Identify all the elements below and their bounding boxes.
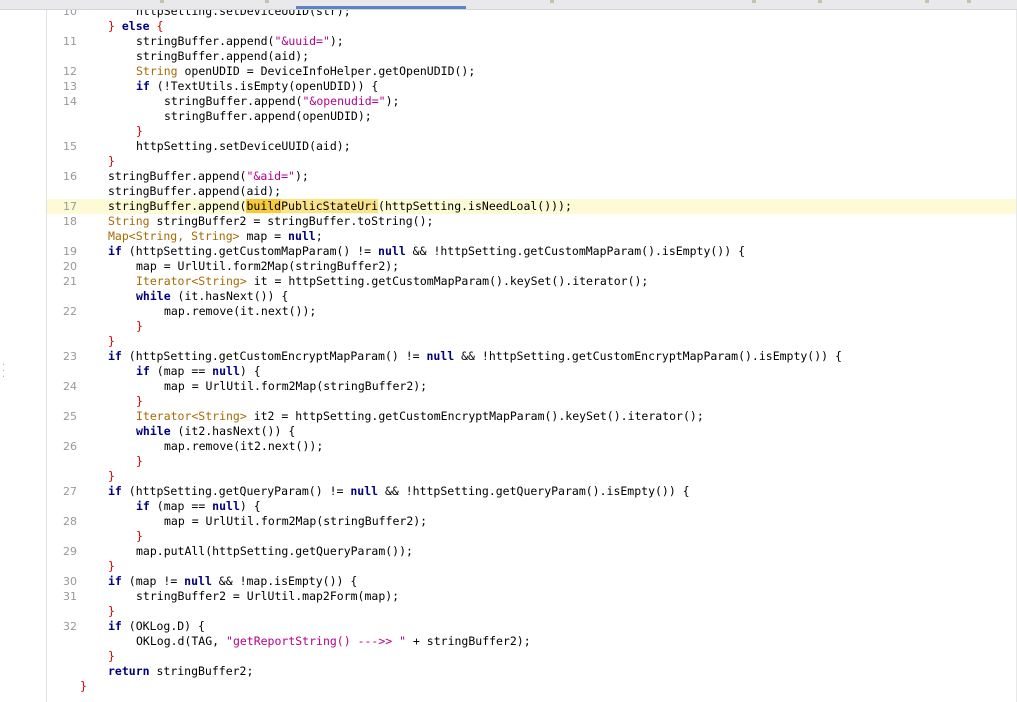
code-line[interactable]: if (map == null) {: [136, 364, 261, 379]
code-line[interactable]: OKLog.d(TAG, "getReportString() --->> " …: [136, 634, 531, 649]
code-line-current[interactable]: stringBuffer.append(buildPublicStateUri(…: [108, 199, 572, 214]
code-line[interactable]: map.remove(it2.next());: [164, 439, 323, 454]
code-line[interactable]: String openUDID = DeviceInfoHelper.getOp…: [136, 64, 475, 79]
search-match-highlight: PublicStateUri: [281, 199, 379, 213]
tab-marker-dot: [550, 0, 554, 3]
line-number: 22: [63, 305, 77, 318]
line-number: 32: [63, 620, 77, 633]
code-line[interactable]: String stringBuffer2 = stringBuffer.toSt…: [108, 214, 433, 229]
line-number: 12: [63, 65, 77, 78]
line-number: 20: [63, 260, 77, 273]
code-line[interactable]: map = UrlUtil.form2Map(stringBuffer2);: [136, 259, 399, 274]
code-line[interactable]: }: [108, 334, 115, 349]
line-number: 17: [63, 200, 77, 213]
editor-tab-bar: [0, 0, 1017, 10]
code-line[interactable]: map.remove(it.next());: [164, 304, 316, 319]
code-line[interactable]: stringBuffer.append("&openudid=");: [164, 94, 399, 109]
line-number: 11: [63, 35, 77, 48]
line-number: 14: [63, 95, 77, 108]
code-line[interactable]: httpSetting.setDeviceUUID(str);: [136, 10, 351, 19]
drag-handle-icon[interactable]: · · ·: [1, 361, 6, 386]
search-match-highlight: build: [246, 199, 282, 213]
line-number: 31: [63, 590, 77, 603]
tab-marker-dot: [925, 0, 929, 3]
tab-marker-dot: [967, 0, 971, 3]
code-line[interactable]: }: [108, 604, 115, 619]
line-number: 30: [63, 575, 77, 588]
line-number-gutter[interactable]: · · ·: [0, 10, 47, 702]
code-line[interactable]: while (it.hasNext()) {: [136, 289, 288, 304]
code-line[interactable]: while (it2.hasNext()) {: [136, 424, 295, 439]
code-line[interactable]: stringBuffer.append(aid);: [136, 49, 309, 64]
line-number: 18: [63, 215, 77, 228]
line-number: 23: [63, 350, 77, 363]
code-line[interactable]: map.putAll(httpSetting.getQueryParam());: [136, 544, 413, 559]
code-line[interactable]: }: [136, 454, 143, 469]
active-tab-indicator[interactable]: [296, 6, 466, 9]
code-editor[interactable]: 10 11 12 13 14 15 16 17 18 19 20 21 22 2…: [47, 10, 1017, 702]
code-line[interactable]: if (map == null) {: [136, 499, 261, 514]
code-line[interactable]: if (httpSetting.getCustomMapParam() != n…: [108, 244, 745, 259]
code-line[interactable]: }: [136, 319, 143, 334]
code-line[interactable]: stringBuffer2 = UrlUtil.map2Form(map);: [136, 589, 399, 604]
line-number: 21: [63, 275, 77, 288]
line-number: 29: [63, 545, 77, 558]
code-line[interactable]: if (httpSetting.getCustomEncryptMapParam…: [108, 349, 842, 364]
code-line[interactable]: }: [136, 124, 143, 139]
line-number: 26: [63, 440, 77, 453]
line-number: 15: [63, 140, 77, 153]
line-number: 10: [63, 10, 77, 18]
tab-marker-dot: [818, 0, 822, 3]
line-number: 28: [63, 515, 77, 528]
code-line[interactable]: if (map != null && !map.isEmpty()) {: [108, 574, 357, 589]
code-line[interactable]: stringBuffer.append("&aid=");: [108, 169, 309, 184]
line-number: 27: [63, 485, 77, 498]
code-line[interactable]: stringBuffer.append(openUDID);: [164, 109, 372, 124]
code-line[interactable]: }: [136, 394, 143, 409]
code-line[interactable]: if (!TextUtils.isEmpty(openUDID)) {: [136, 79, 378, 94]
tab-marker-dot: [265, 0, 269, 3]
tab-marker-dot: [160, 0, 164, 3]
code-line[interactable]: }: [108, 559, 115, 574]
code-line[interactable]: }: [108, 649, 115, 664]
code-line[interactable]: } else {: [108, 19, 163, 34]
code-line[interactable]: Iterator<String> it = httpSetting.getCus…: [136, 274, 648, 289]
code-line[interactable]: Map<String, String> map = null;: [108, 229, 323, 244]
code-line[interactable]: httpSetting.setDeviceUUID(aid);: [136, 139, 351, 154]
code-line[interactable]: map = UrlUtil.form2Map(stringBuffer2);: [164, 514, 427, 529]
code-line[interactable]: }: [108, 154, 115, 169]
line-number: 19: [63, 245, 77, 258]
tab-marker-dot: [752, 0, 756, 3]
code-line[interactable]: stringBuffer.append("&uuid=");: [136, 34, 344, 49]
code-line[interactable]: map = UrlUtil.form2Map(stringBuffer2);: [164, 379, 427, 394]
code-line[interactable]: Iterator<String> it2 = httpSetting.getCu…: [136, 409, 704, 424]
line-number: 25: [63, 410, 77, 423]
code-line[interactable]: }: [80, 679, 87, 694]
code-line[interactable]: }: [108, 469, 115, 484]
line-number: 24: [63, 380, 77, 393]
line-number: 13: [63, 80, 77, 93]
code-line[interactable]: }: [136, 529, 143, 544]
line-number: 16: [63, 170, 77, 183]
code-line[interactable]: if (OKLog.D) {: [108, 619, 205, 634]
code-line[interactable]: stringBuffer.append(aid);: [108, 184, 281, 199]
code-line[interactable]: return stringBuffer2;: [108, 664, 253, 679]
code-line[interactable]: if (httpSetting.getQueryParam() != null …: [108, 484, 690, 499]
